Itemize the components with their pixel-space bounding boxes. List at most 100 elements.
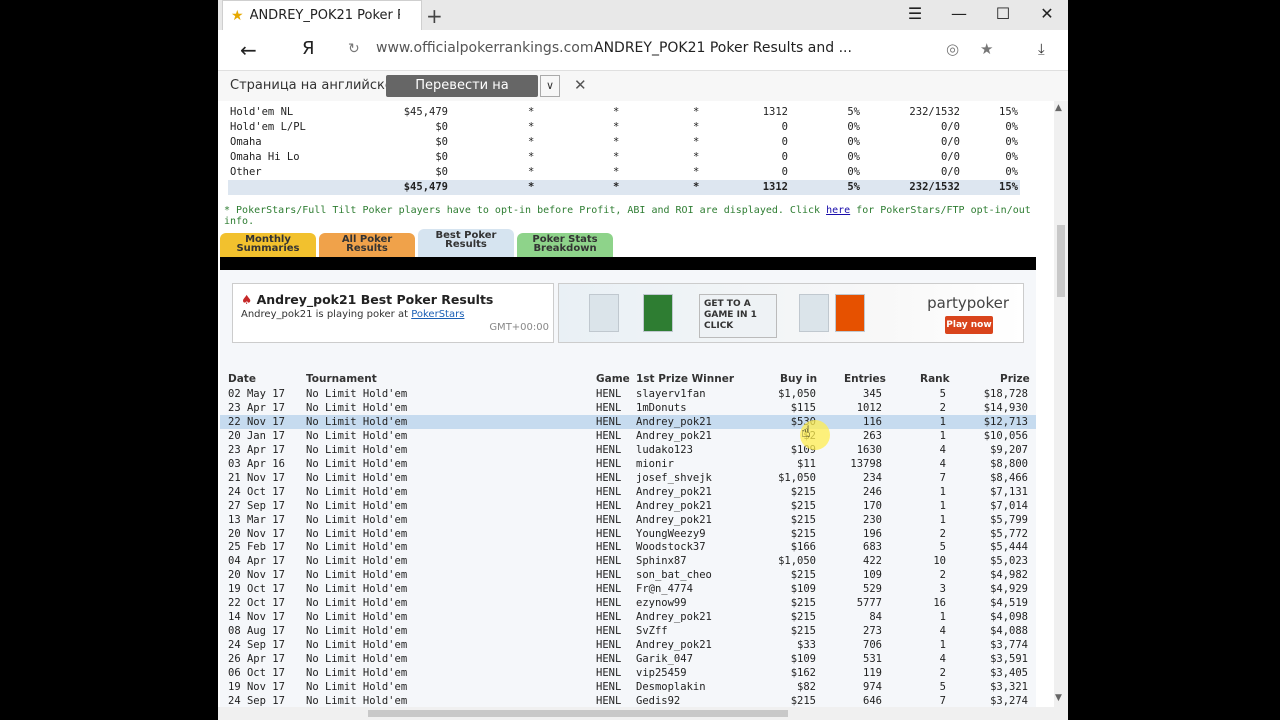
url-text[interactable]: www.officialpokerrankings.com — [376, 40, 593, 56]
summary-cell: $0 — [435, 151, 448, 163]
cell-rank: 2 — [939, 569, 946, 582]
cell-prize: $8,466 — [990, 471, 1028, 484]
summary-total-cell: $45,479 — [403, 181, 448, 193]
cell-winner[interactable]: Fr@n_4774 — [636, 583, 693, 595]
cell-winner[interactable]: josef_shvejk — [636, 472, 712, 484]
opt-in-link[interactable]: here — [826, 205, 850, 216]
cell-buyin: $109 — [790, 583, 816, 596]
back-arrow-icon[interactable]: ← — [240, 38, 257, 62]
table-row[interactable]: 27 Sep 17 No Limit Hold'em HENL Andrey_pok2… — [220, 499, 1036, 513]
cell-winner[interactable]: Andrey_pok21 — [636, 639, 712, 651]
browser-tab[interactable]: ★ ANDREY_POK21 Poker Re — [222, 0, 422, 30]
browser-window: ★ ANDREY_POK21 Poker Re + ☰ — ☐ ✕ ← Я ↻ … — [218, 0, 1068, 720]
vertical-scrollbar[interactable]: ▲ ▼ — [1054, 101, 1068, 707]
cell-winner[interactable]: Andrey_pok21 — [636, 611, 712, 623]
cell-winner[interactable]: Andrey_pok21 — [636, 416, 712, 428]
table-row[interactable]: 04 Apr 17 No Limit Hold'em HENL Sphinx87 $1,… — [220, 554, 1036, 568]
new-tab-button[interactable]: + — [426, 4, 443, 28]
summary-cell: * — [693, 121, 700, 133]
cell-buyin: $215 — [790, 485, 816, 498]
cell-winner[interactable]: Andrey_pok21 — [636, 500, 712, 512]
cell-winner[interactable]: Sphinx87 — [636, 555, 687, 567]
hscroll-thumb[interactable] — [368, 710, 788, 717]
section-tab[interactable]: Best Poker Results — [418, 229, 514, 257]
yandex-logo[interactable]: Я — [302, 38, 315, 59]
hand-cursor-icon: ☝ — [801, 422, 811, 441]
translate-button[interactable]: Перевести на русский — [386, 75, 538, 115]
table-row[interactable]: 23 Apr 17 No Limit Hold'em HENL ludako123 $1… — [220, 443, 1036, 457]
cell-winner[interactable]: Desmoplakin — [636, 681, 706, 693]
table-row[interactable]: 03 Apr 16 No Limit Hold'em HENL mionir $11 13… — [220, 457, 1036, 471]
page-title[interactable]: ANDREY_POK21 Poker Results and ... — [594, 40, 852, 56]
horizontal-scrollbar[interactable] — [218, 707, 1068, 720]
col-entries[interactable]: Entries — [844, 373, 886, 385]
cell-winner[interactable]: ezynow99 — [636, 597, 687, 609]
section-tab[interactable]: All Poker Results — [319, 233, 415, 257]
table-row[interactable]: 20 Nov 17 No Limit Hold'em HENL son_bat_che… — [220, 568, 1036, 582]
scroll-down-icon[interactable]: ▼ — [1055, 693, 1062, 703]
table-row[interactable]: 20 Nov 17 No Limit Hold'em HENL YoungWeezy9… — [220, 527, 1036, 541]
table-row[interactable]: 06 Oct 17 No Limit Hold'em HENL vip25459 $16… — [220, 666, 1036, 680]
table-row[interactable]: 21 Nov 17 No Limit Hold'em HENL josef_shvej… — [220, 471, 1036, 485]
cell-winner[interactable]: slayerv1fan — [636, 388, 706, 400]
section-tab[interactable]: Poker Stats Breakdown — [517, 233, 613, 257]
cell-winner[interactable]: vip25459 — [636, 667, 687, 679]
cell-winner[interactable]: mionir — [636, 458, 674, 470]
section-tab[interactable]: Monthly Summaries — [220, 233, 316, 257]
summary-cell: * — [528, 151, 535, 163]
col-rank[interactable]: Rank — [920, 373, 950, 385]
col-buyin[interactable]: Buy in — [780, 373, 817, 385]
table-row[interactable]: 23 Apr 17 No Limit Hold'em HENL 1mDonuts $11… — [220, 401, 1036, 415]
table-row[interactable]: 25 Feb 17 No Limit Hold'em HENL Woodstock37… — [220, 540, 1036, 554]
cell-winner[interactable]: Gedis92 — [636, 695, 680, 707]
table-row[interactable]: 22 Oct 17 No Limit Hold'em HENL ezynow99 $21… — [220, 596, 1036, 610]
col-tournament[interactable]: Tournament — [306, 373, 377, 385]
menu-icon[interactable]: ☰ — [900, 4, 930, 23]
star-icon[interactable]: ★ — [980, 40, 993, 58]
maximize-icon[interactable]: ☐ — [988, 4, 1018, 23]
cell-winner[interactable]: Andrey_pok21 — [636, 514, 712, 526]
col-winner[interactable]: 1st Prize Winner — [636, 373, 734, 385]
table-row[interactable]: 02 May 17 No Limit Hold'em HENL slayerv1fan… — [220, 387, 1036, 401]
site-icon[interactable]: ◎ — [946, 40, 959, 58]
table-row[interactable]: 14 Nov 17 No Limit Hold'em HENL Andrey_pok2… — [220, 610, 1036, 624]
table-row[interactable]: 26 Apr 17 No Limit Hold'em HENL Garik_047 $1… — [220, 652, 1036, 666]
table-row[interactable]: 24 Oct 17 No Limit Hold'em HENL Andrey_pok2… — [220, 485, 1036, 499]
table-row[interactable]: 24 Sep 17 No Limit Hold'em HENL Andrey_pok2… — [220, 638, 1036, 652]
ad-play-button[interactable]: Play now — [945, 316, 993, 334]
col-date[interactable]: Date — [228, 373, 256, 385]
cell-tournament: No Limit Hold'em — [306, 513, 408, 526]
cell-winner[interactable]: Andrey_pok21 — [636, 430, 712, 442]
reload-icon[interactable]: ↻ — [348, 41, 360, 57]
cell-winner[interactable]: YoungWeezy9 — [636, 528, 706, 540]
cell-winner[interactable]: Woodstock37 — [636, 541, 706, 553]
cell-winner[interactable]: 1mDonuts — [636, 402, 687, 414]
scroll-up-icon[interactable]: ▲ — [1055, 103, 1062, 113]
pokerstars-link[interactable]: PokerStars — [411, 309, 464, 320]
table-row[interactable]: 22 Nov 17 No Limit Hold'em HENL Andrey_pok2… — [220, 414, 1036, 429]
cell-winner[interactable]: ludako123 — [636, 444, 693, 456]
table-row[interactable]: 13 Mar 17 No Limit Hold'em HENL Andrey_pok2… — [220, 513, 1036, 527]
cell-winner[interactable]: Andrey_pok21 — [636, 486, 712, 498]
col-prize[interactable]: Prize — [1000, 373, 1030, 385]
translate-close-icon[interactable]: ✕ — [574, 76, 587, 94]
summary-cell: 0/0 — [941, 136, 960, 148]
partypoker-ad[interactable]: GET TO A GAME IN 1 CLICK partypoker Play… — [558, 283, 1024, 343]
translate-dropdown[interactable]: ∨ — [540, 75, 560, 97]
download-icon[interactable]: ⤓ — [1038, 40, 1045, 58]
col-game[interactable]: Game — [596, 373, 630, 385]
cell-date: 22 Nov 17 — [228, 415, 285, 428]
table-row[interactable]: 19 Oct 17 No Limit Hold'em HENL Fr@n_4774 $1… — [220, 582, 1036, 596]
table-row[interactable]: 20 Jan 17 No Limit Hold'em HENL Andrey_pok2… — [220, 429, 1036, 443]
table-row[interactable]: 08 Aug 17 No Limit Hold'em HENL SvZff $215 27… — [220, 624, 1036, 638]
scroll-thumb[interactable] — [1057, 225, 1065, 297]
player-box: ♠ Andrey_pok21 Best Poker Results Andrey… — [232, 283, 554, 343]
close-icon[interactable]: ✕ — [1032, 4, 1062, 23]
cell-winner[interactable]: SvZff — [636, 625, 668, 637]
tab-strip: ★ ANDREY_POK21 Poker Re + ☰ — ☐ ✕ — [218, 0, 1068, 30]
table-row[interactable]: 19 Nov 17 No Limit Hold'em HENL Desmoplakin… — [220, 680, 1036, 694]
minimize-icon[interactable]: — — [944, 4, 974, 23]
cell-winner[interactable]: son_bat_cheo — [636, 569, 712, 581]
cell-winner[interactable]: Garik_047 — [636, 653, 693, 665]
table-row[interactable]: 24 Sep 17 No Limit Hold'em HENL Gedis92 $215… — [220, 694, 1036, 708]
